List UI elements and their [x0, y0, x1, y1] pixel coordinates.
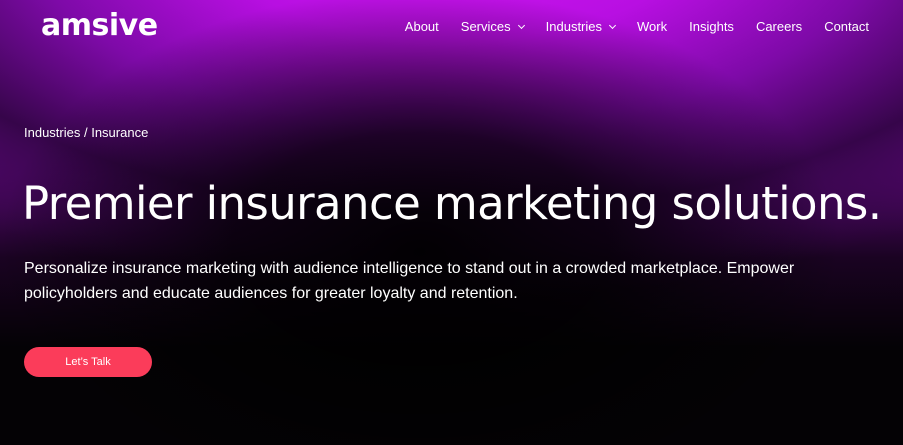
breadcrumb: Industries / Insurance	[24, 124, 148, 142]
chevron-down-icon	[608, 21, 617, 30]
breadcrumb-current: Insurance	[91, 125, 149, 140]
nav-item-label: Services	[460, 19, 511, 34]
nav-item-label: Industries	[545, 19, 603, 34]
lets-talk-button[interactable]: Let’s Talk	[24, 347, 152, 377]
chevron-down-icon	[517, 21, 525, 30]
nav-item-contact[interactable]: Contact	[824, 18, 869, 36]
nav-item-label: Work	[637, 19, 668, 34]
page-title: Premier insurance marketing solutions.	[22, 177, 882, 230]
hero-subtitle: Personalize insurance marketing with aud…	[24, 260, 795, 302]
nav-item-label: About	[404, 19, 439, 34]
nav-item-careers[interactable]: Careers	[756, 18, 802, 36]
nav-item-about[interactable]: About	[405, 18, 439, 36]
amsive-logo[interactable]: amsive	[41, 8, 158, 44]
nav-item-label: Contact	[824, 19, 869, 34]
breadcrumb-parent-link[interactable]: Industries	[24, 125, 84, 140]
nav-item-label: Insights	[689, 19, 734, 34]
main-nav: About Services Industries Work Insights …	[405, 18, 869, 36]
nav-item-insights[interactable]: Insights	[689, 18, 734, 36]
nav-item-work[interactable]: Work	[637, 18, 667, 36]
nav-item-services[interactable]: Services	[460, 18, 525, 36]
nav-item-industries[interactable]: Industries	[545, 18, 617, 36]
site-header: amsive About Services Industries Work In…	[0, 0, 903, 56]
nav-item-label: Careers	[755, 19, 803, 34]
